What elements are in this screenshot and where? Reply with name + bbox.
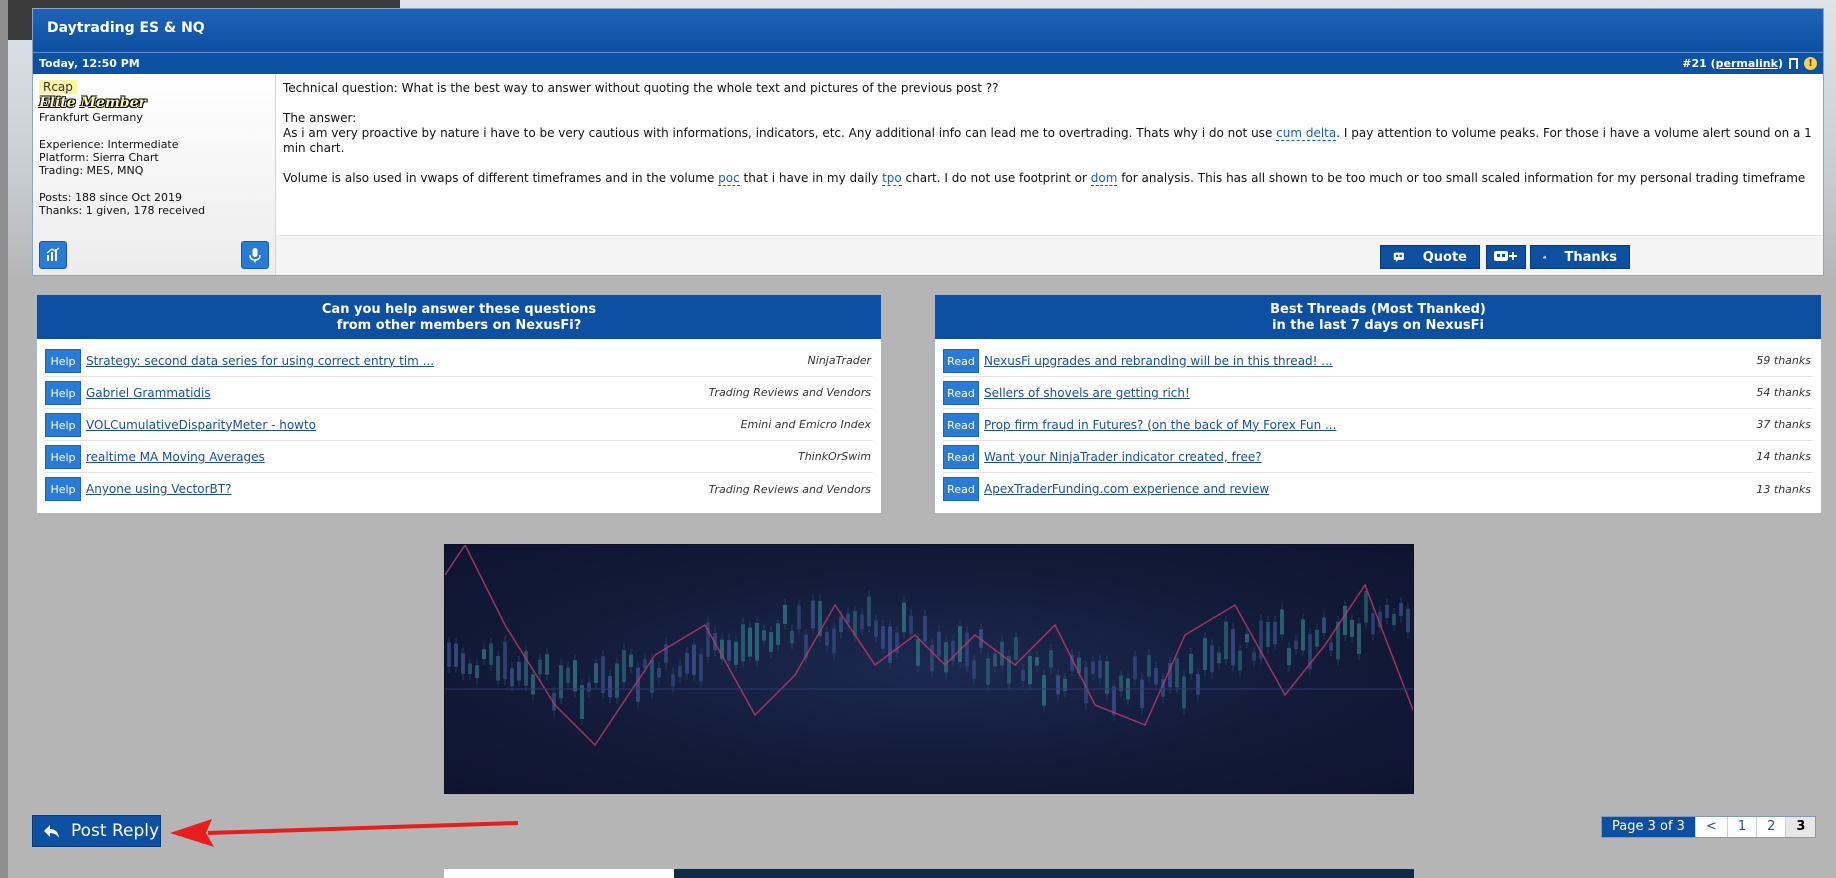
- quote-icon: [1393, 252, 1404, 263]
- question-category: Trading Reviews and Vendors: [708, 386, 871, 399]
- red-annotation-arrow-icon: [170, 819, 518, 847]
- list-item: Help realtime MA Moving Averages ThinkOrSw…: [45, 441, 873, 473]
- question-category: Emini and Emicro Index: [740, 418, 871, 431]
- thumbs-up-icon: [1543, 255, 1547, 259]
- post-meta-bar: Today, 12:50 PM #21 (permalink) !: [33, 52, 1823, 74]
- microphone-icon: [249, 248, 261, 263]
- keyword-poc[interactable]: poc: [718, 171, 740, 186]
- user-posts: Posts: 188 since Oct 2019: [39, 191, 183, 204]
- post-paragraph-2: The answer: As i am very proactive by nat…: [283, 111, 1812, 155]
- thanks-button[interactable]: Thanks: [1530, 245, 1630, 269]
- help-badge[interactable]: Help: [45, 477, 81, 501]
- post-meta-right: #21 (permalink) !: [1682, 57, 1817, 70]
- help-box-title: Can you help answer these questions from…: [37, 295, 881, 339]
- question-category: NinjaTrader: [807, 354, 871, 367]
- help-questions-box: Can you help answer these questions from…: [36, 294, 882, 514]
- post-date: Today, 12:50 PM: [39, 57, 140, 70]
- advertisement-banner[interactable]: [444, 544, 1414, 794]
- keyword-dom[interactable]: dom: [1090, 171, 1118, 186]
- user-location: Frankfurt Germany: [39, 111, 143, 124]
- list-item: Read Sellers of shovels are getting rich!…: [943, 377, 1813, 409]
- username[interactable]: Rcap: [39, 80, 77, 94]
- thanks-count: 14 thanks: [1756, 450, 1811, 463]
- read-badge[interactable]: Read: [943, 477, 979, 501]
- decorative-candle: [1413, 624, 1414, 661]
- list-item: Help Gabriel Grammatidis Trading Reviews a…: [45, 377, 873, 409]
- thanks-count: 54 thanks: [1756, 386, 1811, 399]
- left-edge-strip: [0, 0, 8, 878]
- forum-post: Daytrading ES & NQ Today, 12:50 PM #21 (…: [32, 8, 1824, 276]
- user-podcast-button[interactable]: [241, 241, 269, 269]
- question-category: Trading Reviews and Vendors: [708, 482, 871, 496]
- post-reply-button[interactable]: Post Reply: [32, 815, 161, 847]
- list-item: Read ApexTraderFunding.com experience and…: [943, 473, 1813, 505]
- read-badge[interactable]: Read: [943, 380, 979, 405]
- list-item: Help Strategy: second data series for usi…: [45, 345, 873, 377]
- list-item: Help Anyone using VectorBT? Trading Review…: [45, 473, 873, 505]
- permalink-link[interactable]: permalink: [1716, 57, 1778, 70]
- post-content: Technical question: What is the best way…: [276, 74, 1823, 275]
- reply-arrow-icon: [44, 825, 59, 838]
- best-thread-link[interactable]: NexusFi upgrades and rebranding will be …: [984, 354, 1756, 368]
- help-badge[interactable]: Help: [45, 348, 81, 373]
- post-number: #21 (permalink): [1682, 57, 1783, 70]
- read-badge[interactable]: Read: [943, 412, 979, 437]
- user-title: Elite Member: [39, 95, 146, 111]
- keyword-tpo[interactable]: tpo: [882, 171, 902, 186]
- help-question-link[interactable]: realtime MA Moving Averages: [86, 450, 798, 464]
- list-item: Read Prop firm fraud in Futures? (on the …: [943, 409, 1813, 441]
- thanks-count: 59 thanks: [1756, 354, 1811, 367]
- thanks-count: 13 thanks: [1756, 482, 1811, 496]
- help-question-link[interactable]: Anyone using VectorBT?: [86, 482, 709, 496]
- help-badge[interactable]: Help: [45, 380, 81, 405]
- help-question-link[interactable]: Gabriel Grammatidis: [86, 386, 709, 400]
- user-platform: Platform: Sierra Chart: [39, 151, 159, 164]
- post-paragraph-3: Volume is also used in vwaps of differen…: [283, 171, 1806, 186]
- page-link-1[interactable]: 1: [1726, 817, 1756, 837]
- list-item: Read NexusFi upgrades and rebranding will…: [943, 345, 1813, 377]
- list-item: Help VOLCumulativeDisparityMeter - howto E…: [45, 409, 873, 441]
- help-question-link[interactable]: Strategy: second data series for using c…: [86, 354, 808, 368]
- best-thread-link[interactable]: Want your NinjaTrader indicator created,…: [984, 450, 1756, 464]
- help-badge[interactable]: Help: [45, 444, 81, 469]
- help-list: Help Strategy: second data series for usi…: [37, 339, 881, 511]
- report-icon[interactable]: !: [1804, 57, 1817, 70]
- help-badge[interactable]: Help: [45, 412, 81, 437]
- multi-quote-plus-icon: [1494, 251, 1517, 261]
- read-badge[interactable]: Read: [943, 348, 979, 373]
- post-paragraph-1: Technical question: What is the best way…: [283, 81, 999, 95]
- best-thread-link[interactable]: Prop firm fraud in Futures? (on the back…: [984, 418, 1756, 432]
- list-item: Read Want your NinjaTrader indicator crea…: [943, 441, 1813, 473]
- best-thread-link[interactable]: ApexTraderFunding.com experience and rev…: [984, 482, 1756, 496]
- candlestick-artwork: [445, 545, 1414, 747]
- page-indicator: Page 3 of 3: [1602, 817, 1695, 837]
- best-threads-list: Read NexusFi upgrades and rebranding will…: [935, 339, 1821, 511]
- page-link-2[interactable]: 2: [1756, 817, 1785, 837]
- post-body: Rcap Elite Member Frankfurt Germany Expe…: [33, 74, 1823, 275]
- user-info-panel: Rcap Elite Member Frankfurt Germany Expe…: [33, 74, 276, 275]
- thread-title: Daytrading ES & NQ: [33, 9, 1823, 52]
- prev-page-link[interactable]: <: [1694, 817, 1727, 837]
- keyword-cum-delta[interactable]: cum delta: [1276, 126, 1337, 141]
- user-experience: Experience: Intermediate: [39, 138, 179, 151]
- page-link-3[interactable]: 3: [1785, 817, 1816, 837]
- best-threads-title: Best Threads (Most Thanked) in the last …: [935, 295, 1821, 339]
- bar-chart-icon: [46, 247, 60, 261]
- quote-button[interactable]: Quote: [1380, 245, 1480, 269]
- question-category: ThinkOrSwim: [797, 450, 871, 463]
- pagination: Page 3 of 3 < 1 2 3: [1601, 816, 1817, 838]
- thanks-count: 37 thanks: [1756, 418, 1811, 431]
- post-actions-bar: Quote Thanks: [276, 235, 1823, 275]
- user-stats-button[interactable]: [39, 241, 67, 269]
- bottom-advertisement-banner[interactable]: [444, 869, 1414, 878]
- user-thanks: Thanks: 1 given, 178 received: [39, 204, 206, 217]
- help-question-link[interactable]: VOLCumulativeDisparityMeter - howto: [86, 418, 741, 432]
- best-threads-box: Best Threads (Most Thanked) in the last …: [934, 294, 1822, 514]
- user-trading: Trading: MES, MNQ: [39, 164, 144, 177]
- multi-quote-button[interactable]: [1486, 245, 1526, 269]
- best-thread-link[interactable]: Sellers of shovels are getting rich!: [984, 386, 1756, 400]
- bookmark-icon[interactable]: [1789, 58, 1798, 69]
- read-badge[interactable]: Read: [943, 444, 979, 469]
